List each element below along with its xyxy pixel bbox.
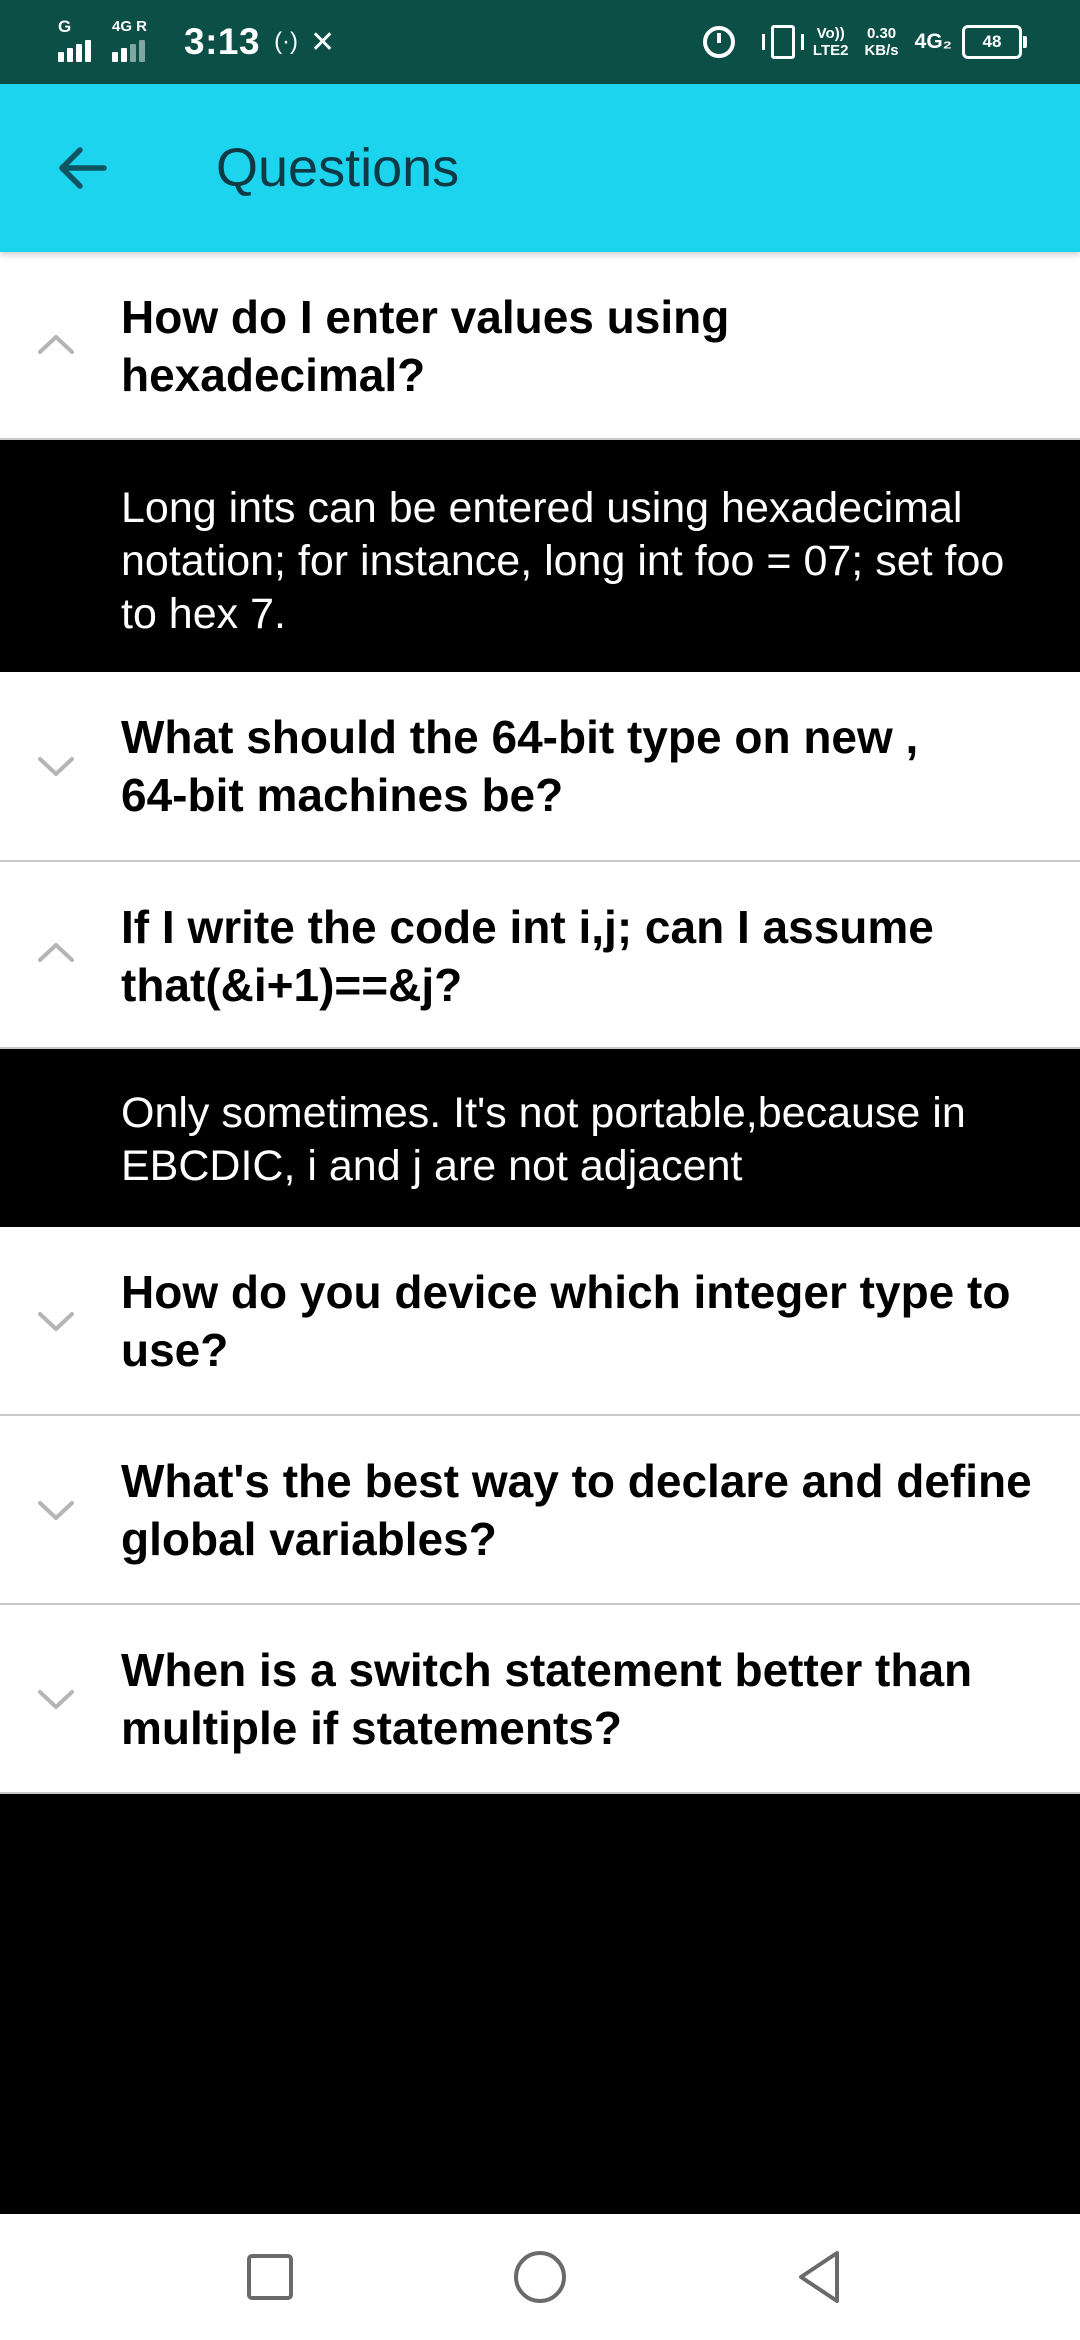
faq-question-row[interactable]: When is a switch statement better than m… [0, 1605, 1080, 1794]
back-triangle-icon[interactable] [785, 2242, 855, 2312]
page-title: Questions [216, 138, 460, 198]
network-type: 4G₂ [914, 30, 952, 53]
arrow-left-icon [59, 147, 107, 189]
chevron-up-icon [38, 335, 74, 354]
faq-question-text: How do I enter values using hexadecimal? [121, 291, 730, 401]
faq-list: How do I enter values using hexadecimal?… [0, 252, 1080, 1794]
faq-question-row[interactable]: What's the best way to declare and defin… [0, 1416, 1080, 1605]
chevron-down-icon [38, 757, 74, 776]
network-speed: 0.30 KB/s [864, 25, 898, 59]
faq-question-text: How do you device which integer type to … [121, 1266, 1011, 1376]
faq-question-text: When is a switch statement better than m… [121, 1644, 973, 1754]
faq-question-row[interactable]: How do I enter values using hexadecimal? [0, 252, 1080, 440]
faq-question-row[interactable]: What should the 64-bit type on new , 64-… [0, 672, 1080, 862]
hotspot-icon: (·) [274, 28, 299, 55]
sim1-tag: G [58, 17, 72, 36]
volte-top: Vo)) [816, 25, 845, 42]
signal-roaming-icon: 4G R [112, 18, 164, 62]
speed-unit: KB/s [864, 42, 899, 59]
back-button[interactable] [42, 128, 122, 208]
faq-answer-panel: Long ints can be entered using hexadecim… [0, 440, 1080, 672]
chevron-down-icon [38, 1501, 74, 1520]
battery-icon: 48 [962, 25, 1027, 59]
volte-indicator: Vo)) LTE2 [813, 25, 849, 59]
faq-answer-panel: Only sometimes. It's not portable,becaus… [0, 1049, 1080, 1227]
vibrate-icon [761, 25, 804, 59]
faq-question-row[interactable]: How do you device which integer type to … [0, 1227, 1080, 1416]
system-nav-bar [0, 2214, 1080, 2340]
recents-square-icon[interactable] [235, 2242, 305, 2312]
alarm-icon [702, 26, 735, 58]
volte-bottom: LTE2 [812, 42, 849, 59]
faq-question-text: What's the best way to declare and defin… [121, 1455, 1032, 1565]
status-bar: G 4G R 3:13 (·) ✕ Vo)) LTE2 0.30 KB/s 4G… [0, 0, 1080, 84]
status-bar-left: G 4G R 3:13 (·) ✕ [58, 0, 347, 84]
signal-icon: G [58, 18, 98, 62]
faq-answer-text: Long ints can be entered using hexadecim… [121, 484, 1005, 638]
home-circle-icon[interactable] [505, 2242, 575, 2312]
chevron-down-icon [38, 1690, 74, 1709]
sim2-tag: 4G R [112, 18, 148, 35]
faq-answer-text: Only sometimes. It's not portable,becaus… [121, 1089, 966, 1190]
tools-icon: ✕ [310, 25, 336, 59]
faq-question-row[interactable]: If I write the code int i,j; can I assum… [0, 862, 1080, 1049]
faq-question-text: What should the 64-bit type on new , 64-… [121, 711, 919, 821]
chevron-up-icon [38, 943, 74, 962]
chevron-down-icon [38, 1312, 74, 1331]
status-bar-right: Vo)) LTE2 0.30 KB/s 4G₂ 48 [702, 0, 1027, 84]
faq-question-text: If I write the code int i,j; can I assum… [121, 901, 934, 1011]
speed-value: 0.30 [866, 25, 897, 42]
status-time: 3:13 [184, 21, 261, 62]
app-bar: Questions [0, 84, 1080, 252]
